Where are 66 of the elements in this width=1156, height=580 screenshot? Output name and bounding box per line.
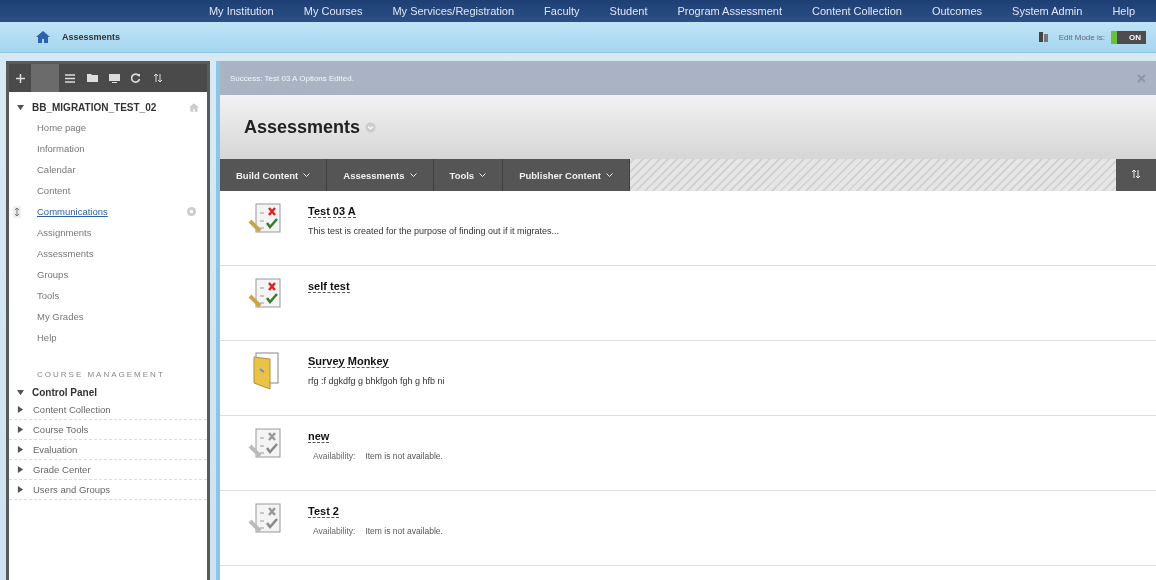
action-menu-button[interactable]: Publisher Content [503, 159, 630, 191]
item-description: This test is created for the purpose of finding out if it migrates... [308, 226, 560, 236]
caret-right-icon[interactable] [17, 406, 24, 413]
control-panel-link[interactable]: Users and Groups [33, 484, 111, 495]
item-title-link[interactable]: self test [308, 280, 350, 293]
course-menu-link[interactable]: Groups [9, 264, 69, 285]
course-menu-link[interactable]: My Grades [9, 306, 84, 327]
nav-link[interactable]: Faculty [529, 5, 595, 17]
caret-right-icon[interactable] [17, 426, 24, 433]
nav-link[interactable]: My Services/Registration [377, 5, 530, 17]
course-menu-link[interactable]: Content [9, 180, 71, 201]
course-menu-link[interactable]: Calendar [9, 159, 76, 180]
tool-placeholder [31, 64, 59, 92]
action-menu-button[interactable]: Build Content [220, 159, 328, 191]
item-description: rfg :f dgkdfg g bhkfgoh fgh g hfb ni [308, 376, 445, 386]
chevron-down-icon [606, 172, 613, 178]
nav-link[interactable]: My Courses [288, 5, 378, 17]
nav-link[interactable]: Content Collection [797, 5, 917, 17]
caret-right-icon[interactable] [17, 446, 24, 453]
control-panel-link[interactable]: Course Tools [33, 424, 89, 435]
availability-value: Item is not available. [365, 451, 443, 461]
course-menu-link[interactable]: Help [9, 327, 57, 348]
caret-down-icon[interactable] [17, 104, 24, 111]
course-menu-link[interactable]: Communications [9, 201, 108, 222]
breadcrumb-current: Assessments [62, 32, 121, 42]
course-menu-link[interactable]: Information [9, 138, 85, 159]
nav-link[interactable]: System Admin [997, 5, 1098, 17]
availability-label: Availability: [313, 526, 356, 536]
item-title-link[interactable]: Test 2 [308, 505, 339, 518]
chevron-down-icon [303, 172, 311, 178]
action-menu-button[interactable]: Assessments [327, 159, 434, 191]
course-menu-link[interactable]: Home page [9, 117, 87, 138]
availability-label: Availability: [313, 451, 356, 461]
edit-mode-toggle[interactable]: ON [1111, 30, 1146, 44]
success-message: Success: Test 03 A Options Edited. [230, 73, 354, 83]
course-title[interactable]: BB_MIGRATION_TEST_02 [32, 102, 189, 113]
drag-handle-icon[interactable] [13, 205, 21, 218]
nav-link[interactable]: Help [1097, 5, 1150, 17]
item-title-link[interactable]: Test 03 A [308, 205, 356, 218]
control-panel-link[interactable]: Content Collection [33, 404, 111, 415]
course-menu-link[interactable]: Tools [9, 285, 60, 306]
nav-link[interactable]: Student [594, 5, 663, 17]
sort-icon [1131, 169, 1141, 179]
caret-down-icon[interactable] [17, 389, 24, 396]
action-menu-button[interactable]: Tools [433, 159, 504, 191]
item-title-link[interactable]: Survey Monkey [308, 355, 389, 368]
chevron-down-icon [479, 172, 487, 178]
page-title: Assessments [244, 116, 361, 138]
nav-link[interactable]: Program Assessment [662, 5, 798, 17]
home-icon[interactable] [36, 31, 50, 43]
chevron-down-icon [409, 172, 417, 178]
nav-link[interactable]: My Institution [193, 5, 289, 17]
caret-right-icon[interactable] [17, 466, 24, 473]
item-title-link[interactable]: new [308, 430, 330, 443]
control-panel-label[interactable]: Control Panel [32, 387, 97, 398]
edit-mode-label: Edit Mode is: [1058, 32, 1105, 42]
sort-button[interactable] [1116, 159, 1156, 191]
availability-value: Item is not available. [365, 526, 443, 536]
caret-right-icon[interactable] [17, 486, 24, 493]
section-heading: COURSE MANAGEMENT [36, 369, 166, 381]
course-menu-link[interactable]: Assessments [9, 243, 94, 264]
course-menu-link[interactable]: Assignments [9, 222, 92, 243]
control-panel-link[interactable]: Grade Center [33, 464, 91, 475]
nav-link[interactable]: Outcomes [916, 5, 998, 17]
control-panel-link[interactable]: Evaluation [33, 444, 78, 455]
book-icon[interactable] [1038, 32, 1049, 42]
